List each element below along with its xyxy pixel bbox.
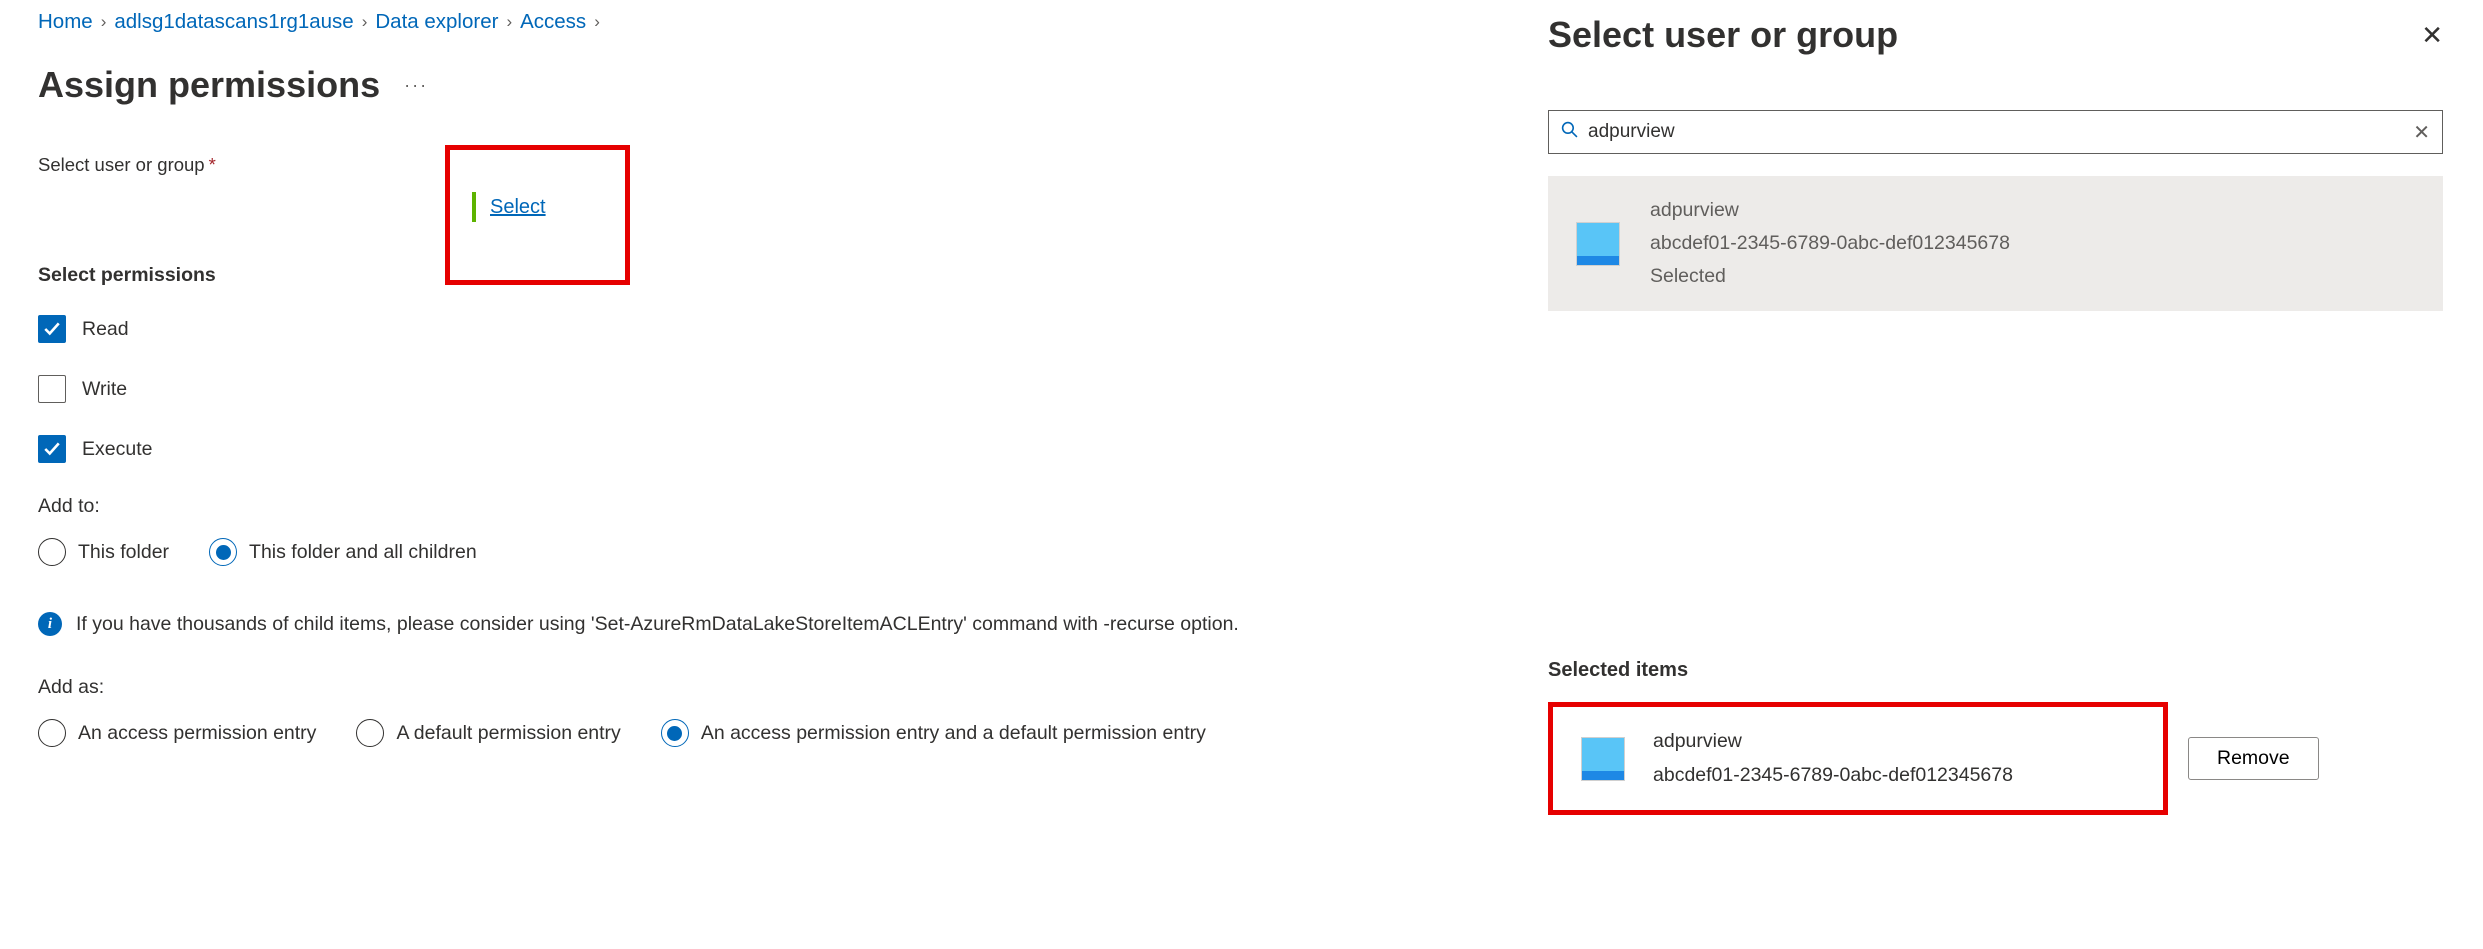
chevron-right-icon: › (506, 12, 512, 32)
execute-label: Execute (82, 438, 152, 461)
close-icon[interactable]: ✕ (2421, 20, 2443, 51)
radio-icon (38, 538, 66, 566)
result-id: abcdef01-2345-6789-0abc-def012345678 (1650, 227, 2010, 260)
required-indicator: * (209, 154, 216, 175)
write-checkbox[interactable] (38, 375, 66, 403)
more-icon[interactable]: ··· (404, 75, 428, 96)
select-user-label: Select user or group* (38, 154, 1470, 176)
radio-icon (661, 719, 689, 747)
select-user-panel: Select user or group ✕ ✕ adpurview abcde… (1510, 0, 2483, 949)
search-box[interactable]: ✕ (1548, 110, 2443, 154)
page-title: Assign permissions (38, 64, 380, 106)
write-label: Write (82, 378, 127, 401)
radio-this-folder[interactable]: This folder (38, 538, 169, 566)
breadcrumb-data-explorer[interactable]: Data explorer (375, 10, 498, 34)
select-user-label-text: Select user or group (38, 154, 205, 175)
selected-details: adpurview abcdef01-2345-6789-0abc-def012… (1653, 725, 2013, 791)
radio-icon (356, 719, 384, 747)
read-label: Read (82, 318, 129, 341)
search-icon (1561, 121, 1578, 143)
selected-name: adpurview (1653, 725, 2013, 758)
radio-access-entry[interactable]: An access permission entry (38, 719, 316, 747)
result-status: Selected (1650, 260, 2010, 293)
info-text: If you have thousands of child items, pl… (76, 613, 1239, 636)
selected-id: abcdef01-2345-6789-0abc-def012345678 (1653, 759, 2013, 792)
clear-icon[interactable]: ✕ (2413, 120, 2430, 145)
result-card[interactable]: adpurview abcdef01-2345-6789-0abc-def012… (1548, 176, 2443, 311)
radio-icon (38, 719, 66, 747)
radio-default-entry[interactable]: A default permission entry (356, 719, 620, 747)
radio-this-folder-children-label: This folder and all children (249, 541, 477, 564)
panel-title: Select user or group (1548, 14, 1898, 56)
radio-icon (209, 538, 237, 566)
radio-both-entry[interactable]: An access permission entry and a default… (661, 719, 1206, 747)
breadcrumb-home[interactable]: Home (38, 10, 93, 34)
radio-default-label: A default permission entry (396, 722, 620, 745)
radio-this-folder-label: This folder (78, 541, 169, 564)
execute-checkbox[interactable] (38, 435, 66, 463)
chevron-right-icon: › (101, 12, 107, 32)
result-details: adpurview abcdef01-2345-6789-0abc-def012… (1650, 194, 2010, 293)
radio-this-folder-children[interactable]: This folder and all children (209, 538, 477, 566)
radio-access-label: An access permission entry (78, 722, 316, 745)
breadcrumb-resource[interactable]: adlsg1datascans1rg1ause (114, 10, 353, 34)
info-icon: i (38, 612, 62, 636)
app-icon (1581, 737, 1625, 781)
app-icon (1576, 222, 1620, 266)
radio-both-label: An access permission entry and a default… (701, 722, 1206, 745)
select-link[interactable]: Select (472, 192, 546, 222)
select-permissions-heading: Select permissions (38, 264, 1470, 287)
search-input[interactable] (1588, 121, 2413, 143)
selected-items-heading: Selected items (1548, 659, 2443, 682)
read-checkbox[interactable] (38, 315, 66, 343)
add-to-label: Add to: (38, 495, 1470, 518)
chevron-right-icon: › (362, 12, 368, 32)
add-as-label: Add as: (38, 676, 1470, 699)
breadcrumb-access[interactable]: Access (520, 10, 586, 34)
selected-item: adpurview abcdef01-2345-6789-0abc-def012… (1548, 702, 2168, 814)
chevron-right-icon: › (594, 12, 600, 32)
result-name: adpurview (1650, 194, 2010, 227)
breadcrumb: Home › adlsg1datascans1rg1ause › Data ex… (38, 10, 1470, 34)
remove-button[interactable]: Remove (2188, 737, 2319, 780)
